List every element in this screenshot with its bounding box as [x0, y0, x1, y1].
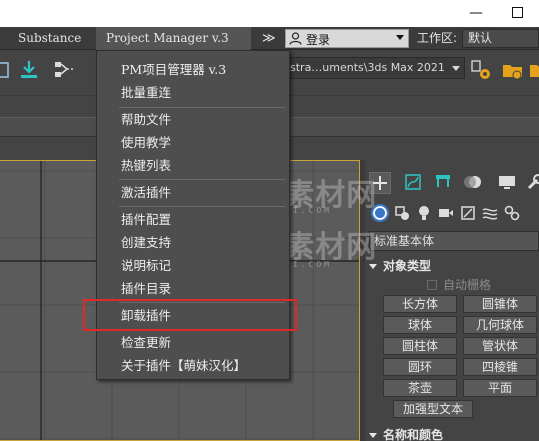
- teapot-button[interactable]: 茶壶: [383, 379, 457, 397]
- login-label: 登录: [306, 33, 331, 47]
- menu-item-about-plugin[interactable]: 关于插件【萌妹汉化】: [97, 354, 289, 377]
- category-select[interactable]: 标准基本体: [369, 231, 539, 251]
- schematic-icon[interactable]: [52, 57, 78, 83]
- login-dropdown[interactable]: 登录: [285, 29, 409, 48]
- window-title-bar: —: [0, 0, 539, 27]
- highlight-annotation: [83, 299, 297, 331]
- display-icon: [499, 176, 515, 189]
- systems-icon[interactable]: [503, 204, 521, 222]
- menu-item-pm-manager[interactable]: PM项目管理器 v.3: [97, 58, 289, 81]
- menu-separator: [119, 179, 285, 180]
- create-categories: [365, 202, 539, 226]
- workspace-select[interactable]: 默认: [462, 29, 539, 48]
- settings-icon[interactable]: [468, 57, 494, 83]
- tab-utilities[interactable]: [525, 172, 539, 194]
- plus-icon: [373, 176, 387, 190]
- torus-button[interactable]: 圆环: [383, 358, 457, 376]
- geometry-icon[interactable]: [371, 204, 389, 222]
- tab-hierarchy[interactable]: [433, 172, 455, 194]
- lights-icon[interactable]: [415, 204, 433, 222]
- menu-item-activate-plugin[interactable]: 激活插件: [97, 181, 289, 204]
- menu-item-help-file[interactable]: 帮助文件: [97, 108, 289, 131]
- plane-button[interactable]: 平面: [463, 379, 537, 397]
- user-icon: [289, 32, 302, 45]
- pyramid-button[interactable]: 四棱锥: [463, 358, 537, 376]
- workspace-label: 工作区:: [417, 31, 458, 45]
- box-button[interactable]: 长方体: [383, 295, 457, 313]
- menu-item-plugin-config[interactable]: 插件配置: [97, 208, 289, 231]
- rollout-object-type[interactable]: 对象类型: [369, 257, 431, 275]
- menu-item-tutorials[interactable]: 使用教学: [97, 131, 289, 154]
- rollout-name-color[interactable]: 名称和颜色: [369, 426, 443, 441]
- tab-create[interactable]: [369, 172, 391, 194]
- text-plus-button[interactable]: 加强型文本: [393, 400, 473, 418]
- tab-modify[interactable]: [403, 172, 425, 194]
- maximize-icon[interactable]: [507, 4, 527, 22]
- minimize-icon[interactable]: —: [466, 4, 486, 22]
- hierarchy-icon: [436, 175, 450, 187]
- rollout-name-color-title: 名称和颜色: [383, 428, 444, 441]
- select-tool-icon[interactable]: [0, 57, 12, 83]
- menu-item-note-marks[interactable]: 说明标记: [97, 254, 289, 277]
- menu-separator: [119, 206, 285, 207]
- sphere-button[interactable]: 球体: [383, 316, 457, 334]
- autogrid-label: 自动栅格: [443, 278, 492, 292]
- geosphere-button[interactable]: 几何球体: [463, 316, 537, 334]
- chevron-down-icon: [369, 264, 377, 269]
- chevron-down-icon: [369, 433, 377, 438]
- modify-icon: [405, 174, 421, 190]
- menu-substance[interactable]: Substance: [18, 27, 81, 50]
- tab-display[interactable]: [497, 172, 519, 194]
- tube-button[interactable]: 管状体: [463, 337, 537, 355]
- checkbox-icon: [427, 280, 437, 290]
- command-panel: 标准基本体 对象类型 自动栅格 长方体 圆锥体 球体 几何球体 圆柱体 管状体 …: [365, 160, 539, 441]
- folder-icon[interactable]: [527, 57, 539, 83]
- menu-overflow-icon[interactable]: ≫: [262, 27, 276, 50]
- helpers-icon[interactable]: [459, 204, 477, 222]
- motion-icon: [464, 176, 481, 188]
- tab-motion[interactable]: [463, 172, 485, 194]
- camera-icon[interactable]: [437, 204, 455, 222]
- cylinder-button[interactable]: 圆柱体: [383, 337, 457, 355]
- menu-item-batch-relink[interactable]: 批量重连: [97, 81, 289, 104]
- cone-button[interactable]: 圆锥体: [463, 295, 537, 313]
- folder-settings-icon[interactable]: [500, 57, 526, 83]
- menu-project-manager[interactable]: Project Manager v.3: [96, 27, 251, 50]
- chevron-down-icon: [396, 35, 404, 40]
- command-panel-tabs: [365, 172, 539, 196]
- menu-item-hotkeys[interactable]: 热键列表: [97, 154, 289, 177]
- project-path-field[interactable]: stra…uments\3ds Max 2021: [285, 57, 465, 79]
- menu-item-plugin-directory[interactable]: 插件目录: [97, 277, 289, 300]
- autogrid-checkbox[interactable]: 自动栅格: [427, 277, 491, 293]
- download-icon[interactable]: [16, 57, 42, 83]
- rollout-object-type-title: 对象类型: [383, 259, 432, 273]
- menu-item-check-updates[interactable]: 检查更新: [97, 331, 289, 354]
- menu-item-create-support[interactable]: 创建支持: [97, 231, 289, 254]
- project-path-text: stra…uments\3ds Max 2021: [290, 61, 445, 74]
- wrench-icon: [527, 174, 539, 190]
- shapes-icon[interactable]: [393, 204, 411, 222]
- chevron-down-icon: [452, 66, 460, 71]
- space-warps-icon[interactable]: [481, 204, 499, 222]
- menu-bar: Substance Project Manager v.3 ≫ 登录 工作区: …: [0, 27, 539, 50]
